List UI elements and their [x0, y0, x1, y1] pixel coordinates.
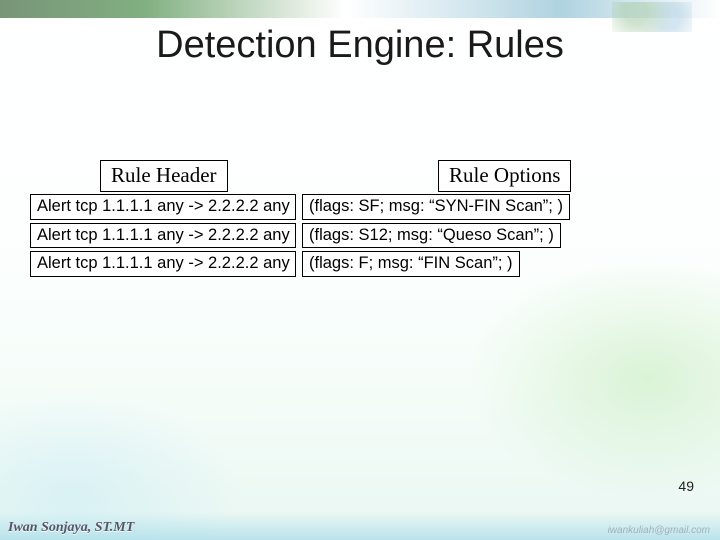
table-row: Alert tcp 1.1.1.1 any -> 2.2.2.2 any (fl…	[30, 194, 570, 220]
rule-options-cell: (flags: S12; msg: “Queso Scan”; )	[302, 223, 561, 249]
rule-header-cell: Alert tcp 1.1.1.1 any -> 2.2.2.2 any	[30, 223, 296, 249]
rule-options-cell: (flags: F; msg: “FIN Scan”; )	[302, 251, 520, 277]
rules-table: Alert tcp 1.1.1.1 any -> 2.2.2.2 any (fl…	[30, 194, 570, 280]
author-name: Iwan Sonjaya, ST.MT	[8, 520, 134, 536]
table-row: Alert tcp 1.1.1.1 any -> 2.2.2.2 any (fl…	[30, 251, 570, 277]
table-row: Alert tcp 1.1.1.1 any -> 2.2.2.2 any (fl…	[30, 223, 570, 249]
rule-options-cell: (flags: SF; msg: “SYN-FIN Scan”; )	[302, 194, 570, 220]
slide-title: Detection Engine: Rules	[0, 24, 720, 67]
decorative-top-gradient	[0, 0, 720, 18]
rule-header-cell: Alert tcp 1.1.1.1 any -> 2.2.2.2 any	[30, 251, 296, 277]
rule-header-cell: Alert tcp 1.1.1.1 any -> 2.2.2.2 any	[30, 194, 296, 220]
label-rule-header: Rule Header	[100, 160, 228, 192]
author-email: iwankuliah@gmail.com	[608, 525, 710, 536]
label-rule-options: Rule Options	[438, 160, 571, 192]
page-number: 49	[678, 478, 694, 494]
